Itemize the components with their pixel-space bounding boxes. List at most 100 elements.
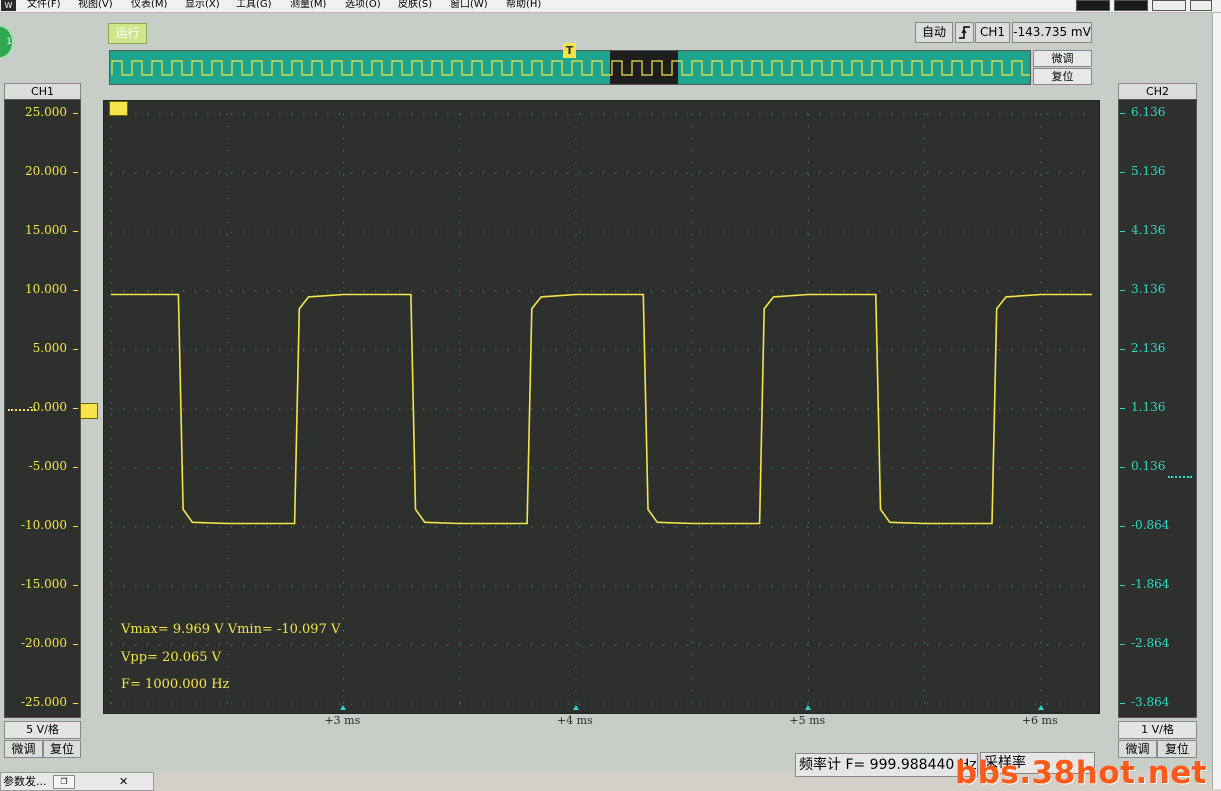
grid-dot [219, 467, 221, 469]
grid-dot [924, 210, 926, 212]
menu-options[interactable]: 选项(O) [345, 0, 381, 10]
grid-dot [375, 585, 377, 587]
overview-reset-button[interactable]: 复位 [1033, 68, 1092, 85]
menu-measure[interactable]: 测量(M) [290, 0, 326, 10]
grid-dot [147, 113, 149, 115]
menu-file[interactable]: 文件(F) [27, 0, 61, 10]
grid-dot [471, 644, 473, 646]
grid-dot [387, 113, 389, 115]
grid-dot [555, 526, 557, 528]
grid-dot [807, 231, 809, 233]
grid-dot [1059, 526, 1061, 528]
grid-dot [483, 113, 485, 115]
grid-dot [423, 231, 425, 233]
grid-dot [226, 282, 228, 284]
grid-dot [459, 231, 461, 233]
menu-help[interactable]: 帮助(H) [506, 0, 541, 10]
grid-dot [639, 526, 641, 528]
grid-dot [575, 414, 577, 416]
grid-dot [342, 522, 344, 524]
grid-dot [747, 703, 749, 705]
ch1-offset-marker[interactable] [80, 403, 98, 419]
grid-dot [691, 486, 693, 488]
grid-dot [924, 450, 926, 452]
ch2-tick-label: -0.864 [1131, 518, 1170, 532]
grid-dot [543, 526, 545, 528]
grid-dot [110, 582, 112, 584]
menu-instrument[interactable]: 仪表(M) [131, 0, 167, 10]
grid-dot [531, 703, 533, 705]
grid-dot [459, 186, 461, 188]
restore-icon[interactable]: ❐ [53, 775, 75, 789]
ch2-offset-marker[interactable] [1168, 476, 1192, 478]
grid-dot [110, 426, 112, 428]
menu-window[interactable]: 窗口(W) [450, 0, 488, 10]
grid-dot [567, 644, 569, 646]
grid-dot [963, 644, 965, 646]
menu-view[interactable]: 视图(V) [78, 0, 113, 10]
grid-dot [591, 703, 593, 705]
grid-dot [1059, 408, 1061, 410]
grid-dot [615, 467, 617, 469]
grid-dot [1023, 231, 1025, 233]
grid-dot [1040, 138, 1042, 140]
grid-dot [924, 426, 926, 428]
grid-dot [575, 630, 577, 632]
grid-dot [159, 113, 161, 115]
grid-dot [831, 585, 833, 587]
run-button[interactable]: 运行 [108, 23, 147, 44]
grid-dot [1083, 467, 1085, 469]
grid-dot [819, 526, 821, 528]
toolbar-button-1[interactable] [1076, 0, 1110, 11]
overview-fine-button[interactable]: 微调 [1033, 50, 1092, 67]
grid-dot [987, 172, 989, 174]
grid-dot [807, 585, 809, 587]
grid-dot [363, 231, 365, 233]
grid-dot [531, 290, 533, 292]
grid-dot [342, 318, 344, 320]
trigger-mode[interactable]: 自动 [915, 22, 953, 43]
grid-dot [435, 467, 437, 469]
grid-dot [783, 526, 785, 528]
close-icon[interactable]: ✕ [119, 773, 128, 790]
grid-dot [231, 644, 233, 646]
trigger-level[interactable]: -143.735 mV [1012, 22, 1092, 43]
grid-dot [951, 172, 953, 174]
grid-dot [699, 703, 701, 705]
ch1-reset-button[interactable]: 复位 [43, 740, 81, 758]
grid-dot [924, 510, 926, 512]
grid-dot [219, 703, 221, 705]
grid-dot [627, 113, 629, 115]
menu-skin[interactable]: 皮肤(S) [398, 0, 432, 10]
toolbar-button-4[interactable] [1190, 0, 1212, 11]
overview-viewport[interactable] [610, 51, 678, 84]
ch2-tick [1120, 585, 1125, 586]
trigger-position-marker[interactable]: T [563, 43, 576, 58]
grid-dot [363, 644, 365, 646]
grid-dot [924, 666, 926, 668]
trigger-channel[interactable]: CH1 [975, 22, 1010, 43]
grid-dot [939, 526, 941, 528]
ch1-fine-button[interactable]: 微调 [4, 740, 43, 758]
ch1-ground-marker[interactable] [109, 101, 128, 116]
grid-dot [110, 318, 112, 320]
grid-dot [1071, 703, 1073, 705]
grid-dot [519, 290, 521, 292]
menu-tools[interactable]: 工具(G) [236, 0, 272, 10]
toolbar-button-3[interactable] [1152, 0, 1186, 11]
grid-dot [843, 172, 845, 174]
grid-dot [691, 462, 693, 464]
right-scrollbar[interactable] [1212, 13, 1221, 789]
grid-dot [459, 113, 461, 115]
grid-dot [807, 438, 809, 440]
grid-dot [807, 522, 809, 524]
menu-display[interactable]: 显示(X) [185, 0, 220, 10]
toolbar-button-2[interactable] [1114, 0, 1148, 11]
taskbar-item[interactable]: 参数发... ❐ ✕ [0, 772, 154, 791]
grid-dot [795, 585, 797, 587]
grid-dot [226, 234, 228, 236]
grid-dot [342, 606, 344, 608]
rising-edge-icon[interactable] [955, 22, 974, 43]
grid-dot [951, 585, 953, 587]
grid-dot [951, 290, 953, 292]
